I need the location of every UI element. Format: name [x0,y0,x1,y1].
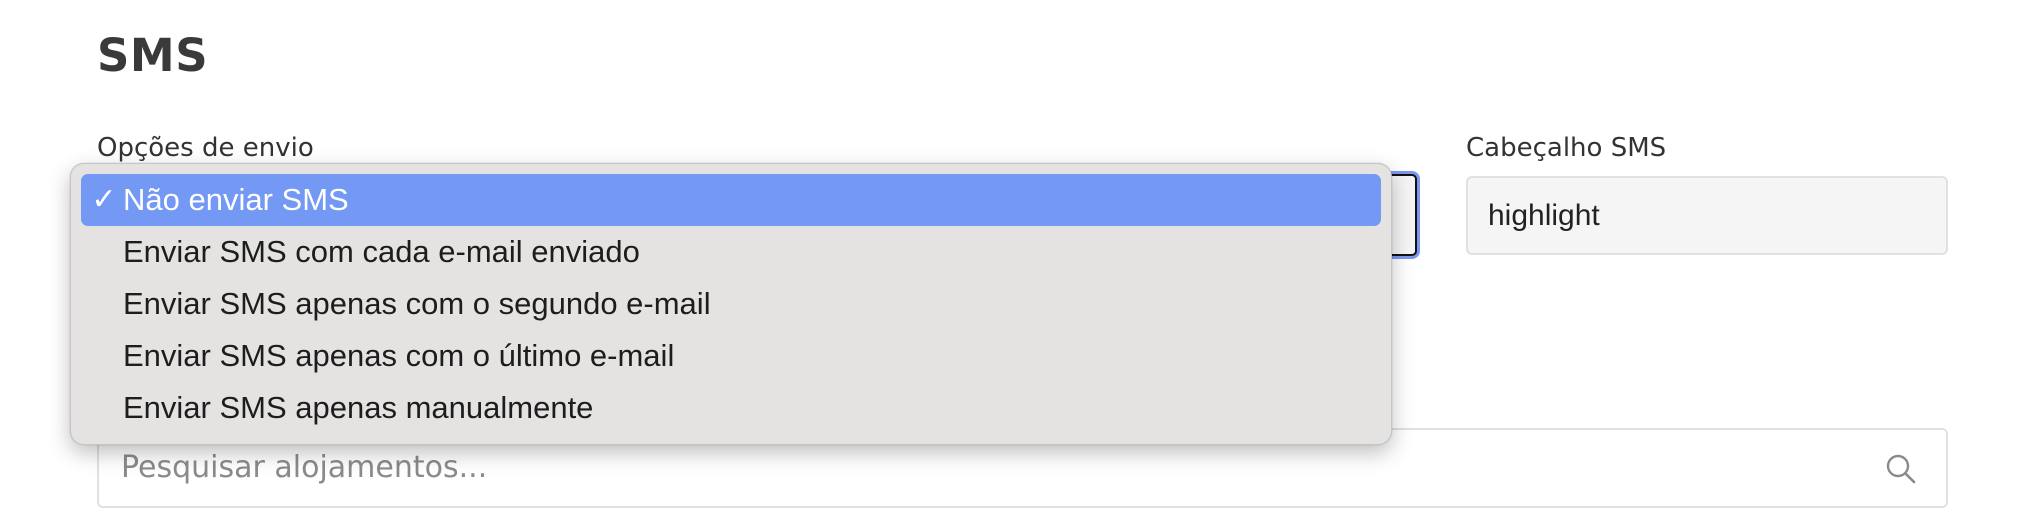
option-enviar-segundo-email[interactable]: Enviar SMS apenas com o segundo e-mail [81,278,1381,330]
option-enviar-com-cada-email[interactable]: Enviar SMS com cada e-mail enviado [81,226,1381,278]
sms-header-input[interactable]: highlight [1466,176,1948,255]
option-enviar-ultimo-email[interactable]: Enviar SMS apenas com o último e-mail [81,330,1381,382]
section-title: SMS [97,29,209,82]
option-label: Enviar SMS com cada e-mail enviado [123,234,640,269]
search-icon[interactable] [1884,452,1918,486]
send-options-dropdown: ✓ Não enviar SMS Enviar SMS com cada e-m… [70,163,1392,445]
option-label: Enviar SMS apenas com o segundo e-mail [123,286,711,321]
option-label: Não enviar SMS [123,182,349,217]
option-label: Enviar SMS apenas com o último e-mail [123,338,675,373]
option-label: Enviar SMS apenas manualmente [123,390,594,425]
option-enviar-manualmente[interactable]: Enviar SMS apenas manualmente [81,382,1381,434]
checkmark-icon: ✓ [91,183,117,216]
sms-header-label: Cabeçalho SMS [1466,133,1667,163]
option-nao-enviar-sms[interactable]: ✓ Não enviar SMS [81,174,1381,226]
send-options-label: Opções de envio [97,133,314,163]
